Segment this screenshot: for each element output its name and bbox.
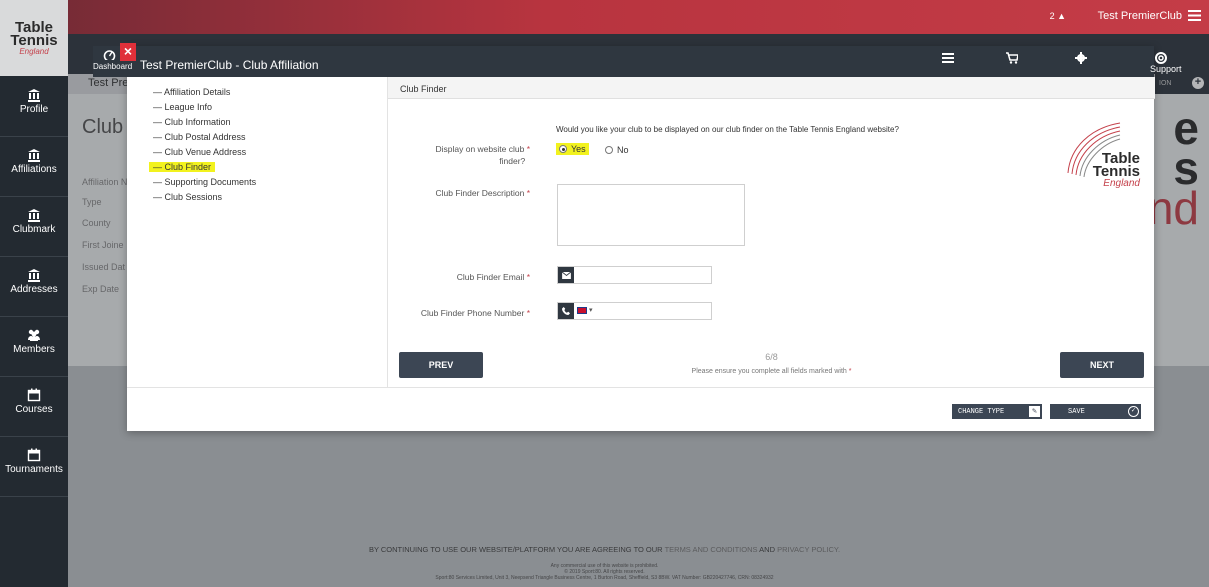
user-name[interactable]: Test PremierClub [1098, 10, 1182, 22]
support-label[interactable]: Support [1150, 64, 1182, 74]
description-textarea[interactable] [557, 184, 745, 246]
phone-icon [558, 303, 574, 319]
support-icon[interactable] [1155, 52, 1167, 64]
phone-field[interactable]: ▾ [557, 302, 712, 320]
step-club-venue-address[interactable]: — Club Venue Address [153, 147, 246, 157]
step-club-finder[interactable]: — Club Finder [149, 162, 216, 172]
bank-icon [28, 209, 40, 222]
calendar-icon [27, 388, 41, 402]
radio-yes[interactable]: Yes [556, 143, 589, 155]
radio-empty-icon [605, 146, 613, 154]
check-circle-icon: ✓ [1128, 406, 1139, 417]
radio-selected-icon [559, 145, 567, 153]
wizard-steps: — Affiliation Details — League Info — Cl… [127, 77, 387, 387]
change-type-button[interactable]: CHANGE TYPE ✎ [952, 404, 1042, 419]
top-bar: 2 ▲ Test PremierClub [0, 0, 1209, 34]
sidebar-item-courses[interactable]: Courses [0, 377, 68, 437]
email-label: Club Finder Email * [456, 272, 530, 282]
close-button[interactable]: × [120, 43, 136, 61]
step-club-sessions[interactable]: — Club Sessions [153, 192, 222, 202]
tte-logo[interactable]: Table Tennis England [0, 0, 68, 76]
tte-modal-logo: Table Tennis England [1060, 118, 1150, 198]
email-field[interactable] [557, 266, 712, 284]
sidebar-item-profile[interactable]: Profile [0, 77, 68, 137]
sidebar-item-addresses[interactable]: Addresses [0, 257, 68, 317]
step-club-information[interactable]: — Club Information [153, 117, 231, 127]
envelope-icon [558, 267, 574, 283]
affiliation-modal: Dashboard × Test PremierClub - Club Affi… [93, 43, 1182, 431]
sidebar-item-clubmark[interactable]: Clubmark [0, 197, 68, 257]
section-title: Club Finder [388, 77, 1155, 99]
description-label: Club Finder Description * [435, 188, 530, 198]
step-supporting-documents[interactable]: — Supporting Documents [153, 177, 256, 187]
step-club-postal-address[interactable]: — Club Postal Address [153, 132, 246, 142]
chevron-down-icon[interactable]: ▾ [589, 306, 593, 314]
club-finder-question: Would you like your club to be displayed… [556, 125, 899, 134]
step-progress: 6/8 [765, 352, 778, 362]
save-button[interactable]: SAVE ✓ [1050, 404, 1141, 419]
modal-footer: CHANGE TYPE ✎ SAVE ✓ [127, 387, 1154, 431]
close-icon: × [123, 43, 133, 59]
users-icon [28, 329, 40, 341]
radio-no[interactable]: No [605, 145, 629, 155]
modal-header: Dashboard × Test PremierClub - Club Affi… [93, 43, 1182, 77]
sidebar-item-tournaments[interactable]: Tournaments [0, 437, 68, 497]
cart-icon[interactable] [1006, 52, 1018, 64]
club-finder-panel: Club Finder Would you like your club to … [387, 77, 1155, 387]
gear-icon[interactable] [1075, 52, 1087, 64]
bank-icon [28, 89, 40, 102]
dashboard-icon [103, 50, 116, 60]
menu-icon[interactable] [1188, 10, 1201, 21]
notification-count[interactable]: 2 ▲ [1050, 11, 1066, 21]
list-icon[interactable] [942, 52, 954, 64]
sidebar-item-members[interactable]: Members [0, 317, 68, 377]
sidebar-item-affiliations[interactable]: Affiliations [0, 137, 68, 197]
step-league-info[interactable]: — League Info [153, 102, 212, 112]
next-button[interactable]: NEXT [1060, 352, 1144, 378]
modal-title: Test PremierClub - Club Affiliation [140, 58, 319, 72]
display-label: Display on website club * finder? [435, 144, 530, 166]
uk-flag-icon[interactable] [577, 307, 587, 314]
edit-icon: ✎ [1029, 406, 1040, 417]
phone-label: Club Finder Phone Number * [420, 308, 530, 318]
sidebar: Table Tennis England Profile Affiliation… [0, 0, 68, 587]
step-affiliation-details[interactable]: — Affiliation Details [153, 87, 230, 97]
bank-icon [28, 269, 40, 282]
calendar-icon [27, 448, 41, 462]
bank-icon [28, 149, 40, 162]
required-note: Please ensure you complete all fields ma… [691, 368, 852, 375]
